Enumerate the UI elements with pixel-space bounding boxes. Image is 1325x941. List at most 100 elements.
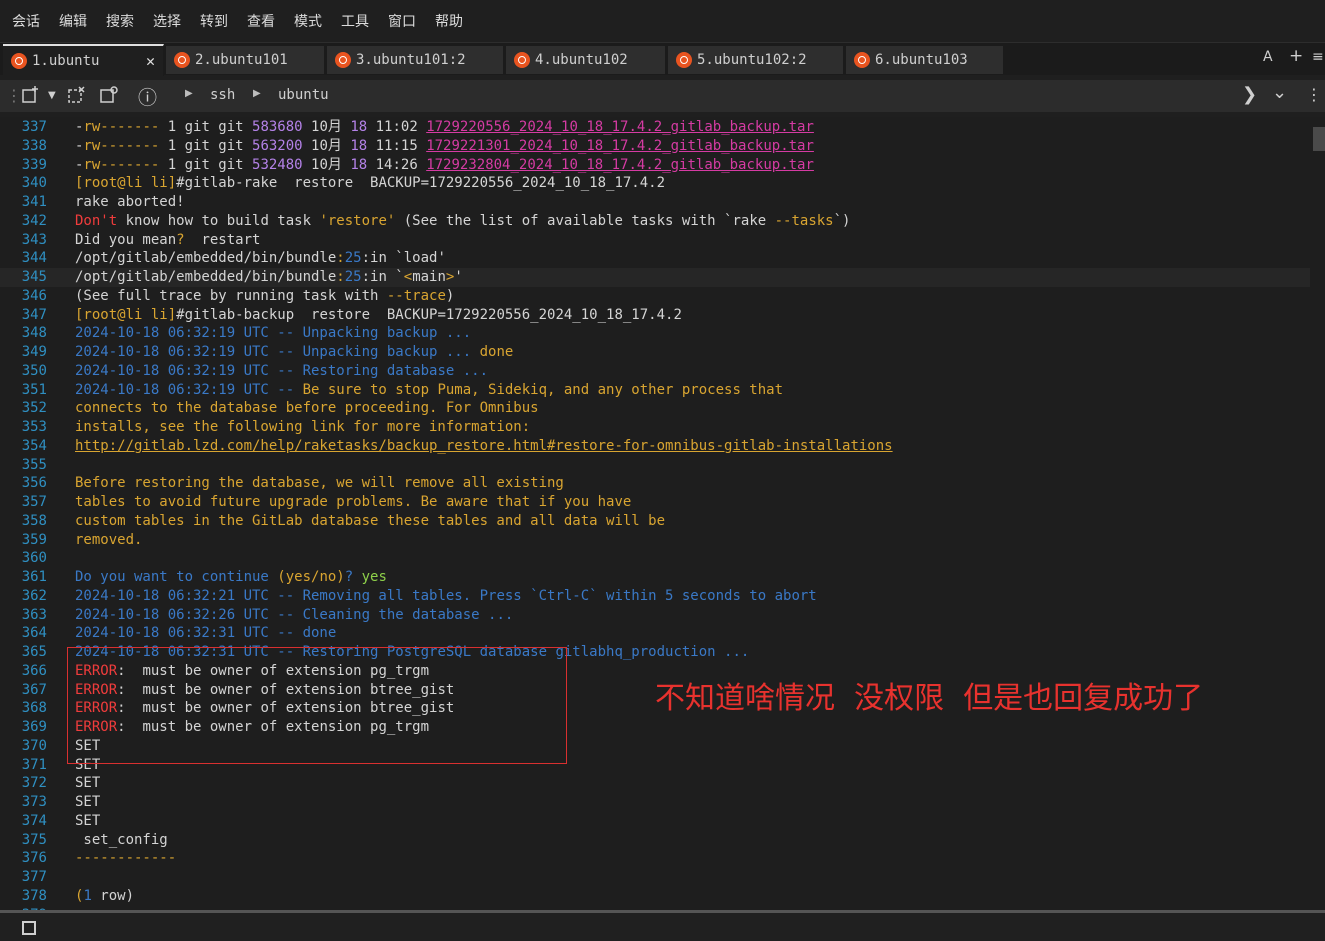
tab-label: 4.ubuntu102 [535, 52, 628, 68]
line-text: -rw------- 1 git git 532480 10月 18 14:26… [75, 156, 814, 175]
close-icon[interactable]: ✕ [146, 52, 155, 70]
text-segment: done [479, 344, 514, 360]
breadcrumb-ubuntu[interactable]: ubuntu [278, 87, 329, 103]
text-segment: (yes/no) [277, 569, 345, 585]
text-segment: 'restore' [319, 212, 396, 229]
menu-item[interactable]: 会话 [0, 11, 47, 31]
drag-handle-icon[interactable]: ⋮ [6, 86, 22, 105]
text-segment: rw------- [83, 119, 160, 135]
line-text: 2024-10-18 06:32:19 UTC -- Restoring dat… [75, 362, 488, 381]
text-segment: done [302, 625, 337, 642]
text-segment: ) [445, 287, 455, 304]
tab-session-5[interactable]: 5.ubuntu102:2 [668, 46, 844, 74]
toolbar: ⋮ ▼ ⓘ ▶ ssh ▶ ubuntu ❯ ⌄ ⋮ [0, 80, 1325, 112]
line-number: 370 [21, 737, 47, 754]
terminal-line: 340 [root@li li]#gitlab-rake restore BACK… [0, 174, 1310, 193]
line-number: 361 [21, 569, 47, 585]
menu-bar: 会话 编辑 搜索 选择 转到 查看 模式 工具 窗口 帮助 [0, 0, 1325, 42]
text-segment: 2024-10-18 06:32:19 UTC -- [75, 362, 303, 379]
line-text: tables to avoid future upgrade problems.… [75, 493, 631, 512]
terminal-line: 337 -rw------- 1 git git 583680 10月 18 11… [0, 118, 1310, 137]
line-number: 342 [21, 212, 47, 229]
line-number: 365 [21, 644, 47, 660]
line-number: 358 [21, 512, 47, 529]
more-options-icon[interactable]: ⋮ [1306, 85, 1322, 104]
terminal-line: 352 connects to the database before proce… [0, 399, 1310, 418]
tab-session-4[interactable]: 4.ubuntu102 [506, 46, 666, 74]
breadcrumb-arrow-icon: ▶ [253, 88, 261, 99]
tab-session-3[interactable]: 3.ubuntu101:2 [327, 46, 504, 74]
terminal-line: 376 ------------ [0, 849, 1310, 868]
line-number: 354 [21, 437, 47, 454]
chevron-down-icon[interactable]: ⌄ [1272, 82, 1287, 103]
menu-item[interactable]: 窗口 [376, 11, 423, 31]
line-number: 373 [21, 794, 47, 810]
ubuntu-icon [514, 52, 530, 68]
menu-item[interactable]: 查看 [235, 11, 282, 31]
info-icon[interactable]: ⓘ [138, 83, 157, 110]
terminal-line: 343 Did you mean? restart [0, 231, 1310, 250]
text-segment: Cleaning the database ... [302, 606, 514, 623]
scrollbar[interactable] [1310, 117, 1325, 910]
add-tab-button[interactable]: + [1289, 46, 1303, 66]
text-segment: 1 git git [159, 137, 253, 154]
line-text: 2024-10-18 06:32:19 UTC -- Be sure to st… [75, 381, 783, 400]
terminal-output[interactable]: 337 -rw------- 1 git git 583680 10月 18 11… [0, 117, 1310, 910]
text-segment: [root@li li] [75, 306, 177, 323]
scrollbar-thumb[interactable] [1313, 127, 1325, 151]
panel-toggle-icon[interactable] [22, 921, 36, 935]
menu-item[interactable]: 帮助 [423, 11, 470, 31]
chevron-right-icon[interactable]: ❯ [1242, 84, 1257, 105]
text-segment: Removing all tables. Press `Ctrl-C` with… [302, 587, 817, 604]
menu-item[interactable]: 选择 [141, 11, 188, 31]
line-text: /opt/gitlab/embedded/bin/bundle:25:in `l… [75, 249, 446, 268]
line-number: 348 [21, 325, 47, 342]
terminal-line: 354 http://gitlab.lzd.com/help/raketasks/… [0, 437, 1310, 456]
menu-item[interactable]: 编辑 [47, 11, 94, 31]
text-segment: 18 [350, 137, 368, 154]
tab-session-6[interactable]: 6.ubuntu103 [846, 46, 1004, 74]
tab-session-2[interactable]: 2.ubuntu101 [166, 46, 325, 74]
terminal-line: 359 removed. [0, 531, 1310, 550]
terminal-line: 344/opt/gitlab/embedded/bin/bundle:25:in… [0, 249, 1310, 268]
line-text: /opt/gitlab/embedded/bin/bundle:25:in `<… [75, 268, 463, 287]
menu-item[interactable]: 工具 [329, 11, 376, 31]
text-segment: Did you mean [75, 231, 177, 248]
annotation-text: 不知道啥情况 没权限 但是也回复成功了 [655, 681, 1204, 716]
tab-list-menu-icon[interactable]: ≡ [1312, 49, 1324, 65]
terminal-line: 350 2024-10-18 06:32:19 UTC -- Restoring … [0, 362, 1310, 381]
menu-item[interactable]: 转到 [188, 11, 235, 31]
text-segment[interactable]: 1729220556_2024_10_18_17.4.2_gitlab_back… [426, 119, 814, 135]
menu-item[interactable]: 搜索 [94, 11, 141, 31]
breadcrumb-ssh[interactable]: ssh [210, 87, 235, 103]
line-text: http://gitlab.lzd.com/help/raketasks/bac… [75, 437, 893, 456]
split-session-icon[interactable] [68, 86, 86, 108]
text-segment: (See the list of available tasks with `r… [395, 212, 775, 229]
chevron-down-icon[interactable]: ▼ [48, 90, 56, 101]
line-text: SET [75, 812, 100, 831]
menu-item[interactable]: 模式 [282, 11, 329, 31]
terminal-line: 348 2024-10-18 06:32:19 UTC -- Unpacking … [0, 324, 1310, 343]
new-session-icon[interactable] [22, 86, 40, 108]
terminal-line: 353 installs, see the following link for … [0, 418, 1310, 437]
line-number: 355 [21, 456, 47, 473]
terminal-line: 356 Before restoring the database, we wil… [0, 474, 1310, 493]
terminal-line: 346 (See full trace by running task with … [0, 287, 1310, 306]
line-number: 362 [21, 587, 47, 604]
text-segment: custom tables in the GitLab database the… [75, 512, 666, 529]
text-segment: 2024-10-18 06:32:26 UTC -- [75, 606, 303, 623]
line-number: 360 [21, 550, 47, 567]
text-segment[interactable]: http://gitlab.lzd.com/help/raketasks/bac… [75, 438, 893, 454]
ubuntu-icon [676, 52, 692, 68]
text-segment: :in `load' [361, 250, 446, 267]
text-segment: 25 [344, 250, 362, 267]
tab-session-1[interactable]: 1.ubuntu ✕ [3, 44, 164, 76]
duplicate-session-icon[interactable] [100, 86, 118, 108]
font-size-icon[interactable]: A [1263, 49, 1273, 65]
text-segment[interactable]: 1729232804_2024_10_18_17.4.2_gitlab_back… [426, 157, 814, 173]
text-segment[interactable]: 1729221301_2024_10_18_17.4.2_gitlab_back… [426, 138, 814, 154]
tab-label: 6.ubuntu103 [875, 52, 968, 68]
text-segment: rw------- [83, 137, 160, 154]
line-text: Did you mean? restart [75, 231, 260, 250]
text-segment: 2024-10-18 06:32:19 UTC -- [75, 325, 303, 342]
